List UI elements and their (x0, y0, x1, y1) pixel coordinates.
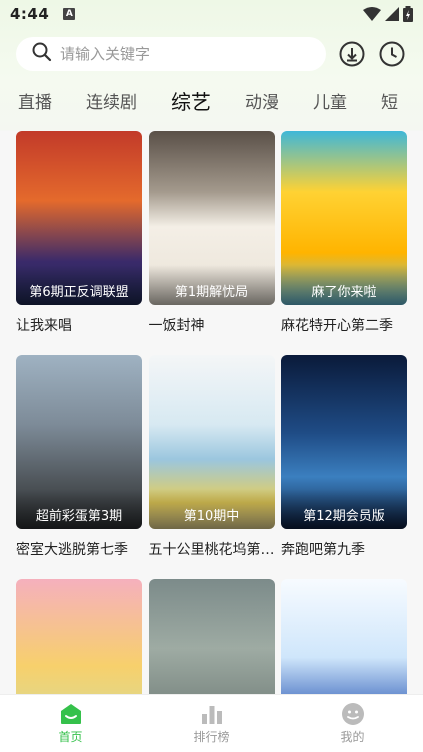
status-bar: 4:44 A (0, 0, 423, 28)
show-title[interactable]: 密室大逃脱第七季 (16, 539, 142, 559)
episode-badge: 第10期中 (148, 489, 275, 529)
tab-series[interactable]: 连续剧 (86, 88, 137, 113)
nav-home-label: 首页 (58, 730, 83, 744)
show-card[interactable]: 第1期解忧局 一饭封神 (148, 131, 275, 335)
show-card[interactable]: 第10期中 五十公里桃花坞第五季 (148, 355, 275, 559)
tab-short[interactable]: 短 (381, 88, 398, 113)
episode-badge: 麻了你来啦 (281, 265, 407, 305)
show-poster[interactable]: 第6期正反调联盟 (16, 131, 142, 305)
content-grid: 第6期正反调联盟 让我来唱 第1期解忧局 一饭封神 麻了你来啦 麻花特开心第二季… (0, 131, 423, 752)
nav-home[interactable]: 首页 (0, 695, 141, 752)
episode-badge: 第6期正反调联盟 (16, 265, 142, 305)
nav-profile[interactable]: 我的 (282, 695, 423, 752)
show-poster[interactable]: 第1期解忧局 (148, 131, 275, 305)
history-button[interactable] (378, 40, 406, 68)
sim-icon: A (63, 8, 76, 20)
home-icon (60, 704, 81, 724)
show-title[interactable]: 五十公里桃花坞第五季 (149, 539, 275, 559)
clock-icon (379, 41, 405, 67)
show-poster[interactable]: 超前彩蛋第3期 (16, 355, 142, 529)
category-tabs: 直播 连续剧 综艺 动漫 儿童 短 (0, 74, 423, 126)
nav-ranking[interactable]: 排行榜 (141, 695, 282, 752)
status-time: 4:44 (10, 5, 50, 23)
cellular-signal-icon (385, 7, 399, 21)
tab-anime[interactable]: 动漫 (245, 88, 279, 113)
show-title[interactable]: 奔跑吧第九季 (281, 539, 407, 559)
grid-row: 第6期正反调联盟 让我来唱 第1期解忧局 一饭封神 麻了你来啦 麻花特开心第二季 (16, 131, 407, 335)
show-title[interactable]: 让我来唱 (16, 315, 142, 335)
tab-kids[interactable]: 儿童 (313, 88, 347, 113)
show-poster[interactable]: 麻了你来啦 (281, 131, 407, 305)
show-title[interactable]: 麻花特开心第二季 (281, 315, 407, 335)
battery-icon (403, 6, 413, 22)
download-button[interactable] (338, 40, 366, 68)
profile-icon (341, 703, 364, 725)
tab-live[interactable]: 直播 (18, 88, 52, 113)
search-icon (32, 42, 52, 66)
show-poster[interactable]: 第12期会员版 (281, 355, 407, 529)
download-icon (339, 41, 365, 67)
show-title[interactable]: 一饭封神 (149, 315, 275, 335)
show-poster[interactable]: 第10期中 (148, 355, 275, 529)
search-input[interactable] (60, 45, 260, 63)
search-row (0, 28, 423, 74)
show-card[interactable]: 第12期会员版 奔跑吧第九季 (281, 355, 407, 559)
bottom-nav: 首页 排行榜 我的 (0, 694, 423, 752)
show-card[interactable]: 第6期正反调联盟 让我来唱 (16, 131, 142, 335)
wifi-icon (363, 7, 381, 21)
episode-badge: 第12期会员版 (281, 489, 407, 529)
show-card[interactable]: 麻了你来啦 麻花特开心第二季 (281, 131, 407, 335)
grid-row: 超前彩蛋第3期 密室大逃脱第七季 第10期中 五十公里桃花坞第五季 第12期会员… (16, 355, 407, 559)
nav-profile-label: 我的 (340, 730, 365, 744)
nav-ranking-label: 排行榜 (193, 730, 230, 744)
episode-badge: 第1期解忧局 (148, 265, 275, 305)
show-card[interactable]: 超前彩蛋第3期 密室大逃脱第七季 (16, 355, 142, 559)
episode-badge: 超前彩蛋第3期 (16, 489, 142, 529)
ranking-icon (201, 706, 222, 724)
tab-variety[interactable]: 综艺 (171, 86, 211, 115)
search-bar[interactable] (16, 37, 326, 71)
